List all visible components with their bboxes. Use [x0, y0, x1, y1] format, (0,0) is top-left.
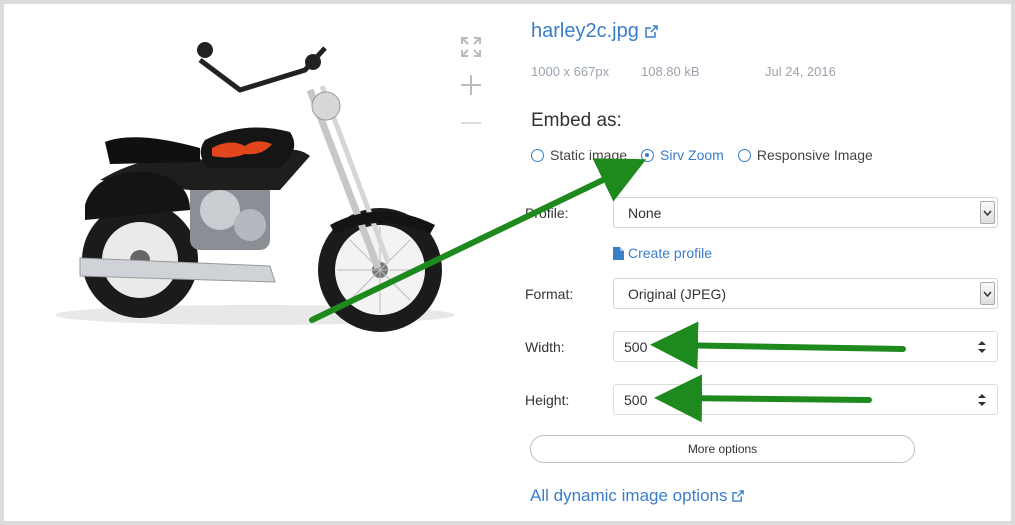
radio-label: Sirv Zoom — [660, 147, 724, 163]
width-spinner[interactable] — [977, 340, 987, 354]
radio-icon[interactable] — [531, 148, 544, 162]
radio-responsive-image[interactable]: Responsive Image — [737, 147, 873, 163]
radio-label: Static image — [550, 147, 628, 163]
file-icon — [613, 246, 624, 260]
height-input[interactable]: 500 — [613, 384, 998, 415]
profile-select[interactable]: None — [613, 197, 998, 228]
radio-label: Responsive Image — [756, 147, 873, 163]
radio-static-image[interactable]: Static image — [531, 147, 627, 163]
select-caret[interactable] — [980, 282, 995, 305]
file-name[interactable]: harley2c.jpg — [531, 20, 639, 43]
profile-select-value: None — [628, 205, 662, 221]
format-select-value: Original (JPEG) — [628, 286, 727, 302]
select-caret-icon — [983, 291, 992, 297]
create-profile-label: Create profile — [628, 245, 713, 261]
zoom-in-icon — [461, 75, 481, 95]
external-link-icon — [732, 490, 745, 502]
embed-type-radios: Static image Sirv Zoom Responsive Image — [531, 147, 887, 163]
format-select[interactable]: Original (JPEG) — [613, 278, 998, 309]
zoom-toolbar — [456, 32, 488, 146]
zoom-in-button[interactable] — [456, 70, 486, 100]
profile-label: Profile: — [525, 205, 569, 221]
radio-sirv-zoom[interactable]: Sirv Zoom — [641, 147, 724, 163]
create-profile-link[interactable]: Create profile — [613, 245, 712, 261]
file-date: Jul 24, 2016 — [765, 64, 836, 79]
width-input[interactable]: 500 — [613, 331, 998, 362]
all-options-link[interactable]: All dynamic image options — [530, 486, 745, 506]
radio-icon[interactable] — [641, 148, 655, 162]
file-title[interactable]: harley2c.jpg — [531, 20, 658, 43]
zoom-out-button[interactable] — [456, 108, 486, 138]
fullscreen-button[interactable] — [456, 32, 486, 62]
image-preview[interactable] — [40, 30, 470, 350]
file-meta: 1000 x 667px 108.80 kB Jul 24, 2016 — [531, 64, 836, 79]
fullscreen-icon — [461, 37, 481, 57]
height-label: Height: — [525, 392, 570, 408]
embed-as-label: Embed as: — [531, 110, 622, 131]
format-label: Format: — [525, 286, 574, 302]
embed-panel: harley2c.jpg 1000 x 667px 108.80 kB Jul … — [525, 0, 1005, 525]
spinner-down-icon[interactable] — [977, 348, 987, 354]
select-caret[interactable] — [980, 201, 995, 224]
all-options-label: All dynamic image options — [530, 486, 728, 505]
zoom-out-icon — [461, 122, 481, 124]
file-dimensions: 1000 x 667px — [531, 64, 610, 79]
external-link-icon[interactable] — [645, 25, 658, 38]
height-value: 500 — [624, 392, 648, 408]
width-value: 500 — [624, 339, 648, 355]
radio-icon[interactable] — [737, 148, 751, 162]
more-options-button[interactable]: More options — [530, 435, 915, 463]
motorcycle-image — [55, 42, 455, 332]
spinner-down-icon[interactable] — [977, 401, 987, 407]
spinner-up-icon[interactable] — [977, 340, 987, 346]
spinner-up-icon[interactable] — [977, 393, 987, 399]
width-label: Width: — [525, 339, 565, 355]
file-size: 108.80 kB — [641, 64, 700, 79]
height-spinner[interactable] — [977, 393, 987, 407]
select-caret-icon — [983, 210, 992, 216]
